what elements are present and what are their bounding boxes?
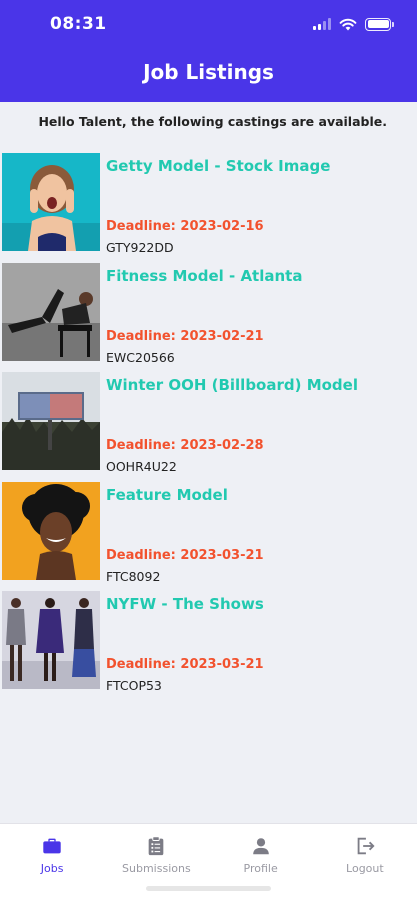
tab-jobs[interactable]: Jobs	[0, 824, 104, 900]
job-list: Getty Model - Stock Image Deadline: 2023…	[0, 153, 417, 701]
job-title[interactable]: NYFW - The Shows	[106, 595, 264, 613]
job-thumbnail	[2, 591, 100, 689]
job-listing[interactable]: Getty Model - Stock Image Deadline: 2023…	[0, 153, 417, 263]
job-thumbnail	[2, 481, 100, 580]
status-bar: 08:31	[0, 0, 417, 50]
tab-label: Profile	[243, 862, 278, 875]
job-title[interactable]: Feature Model	[106, 486, 228, 504]
job-listing[interactable]: Winter OOH (Billboard) Model Deadline: 2…	[0, 372, 417, 482]
cellular-signal-icon	[313, 18, 331, 30]
person-icon	[252, 838, 269, 855]
tab-logout[interactable]: Logout	[313, 824, 417, 900]
status-icons	[313, 16, 394, 32]
tab-label: Submissions	[122, 862, 191, 875]
briefcase-icon	[43, 838, 61, 854]
job-title[interactable]: Winter OOH (Billboard) Model	[106, 376, 358, 394]
logout-icon	[357, 837, 375, 855]
job-deadline: Deadline: 2023-03-21	[106, 547, 264, 563]
status-time: 08:31	[50, 14, 107, 34]
wifi-icon	[339, 18, 357, 30]
job-thumbnail	[2, 372, 100, 470]
job-listing[interactable]: Fitness Model - Atlanta Deadline: 2023-0…	[0, 262, 417, 373]
battery-icon	[365, 17, 394, 31]
clipboard-icon	[149, 836, 164, 856]
home-indicator	[146, 886, 271, 891]
job-thumbnail	[2, 153, 100, 251]
job-deadline: Deadline: 2023-02-21	[106, 328, 264, 344]
job-thumbnail	[2, 262, 100, 361]
job-deadline: Deadline: 2023-03-21	[106, 657, 264, 672]
tab-label: Jobs	[40, 862, 64, 875]
job-listing[interactable]: NYFW - The Shows Deadline: 2023-03-21 FT…	[0, 591, 417, 701]
job-code: OOHR4U22	[106, 459, 177, 474]
job-code: FTC8092	[106, 568, 161, 584]
job-code: GTY922DD	[106, 240, 174, 255]
page-title: Job Listings	[143, 60, 274, 84]
job-title[interactable]: Fitness Model - Atlanta	[106, 267, 302, 285]
job-deadline: Deadline: 2023-02-16	[106, 219, 264, 234]
job-deadline: Deadline: 2023-02-28	[106, 438, 264, 453]
greeting-text: Hello Talent, the following castings are…	[38, 114, 387, 129]
job-code: FTCOP53	[106, 678, 162, 693]
job-listing[interactable]: Feature Model Deadline: 2023-03-21 FTC80…	[0, 481, 417, 592]
job-code: EWC20566	[106, 349, 175, 365]
tab-label: Logout	[346, 862, 384, 875]
app-header: 08:31 Job Listings	[0, 0, 417, 102]
job-title[interactable]: Getty Model - Stock Image	[106, 157, 330, 175]
